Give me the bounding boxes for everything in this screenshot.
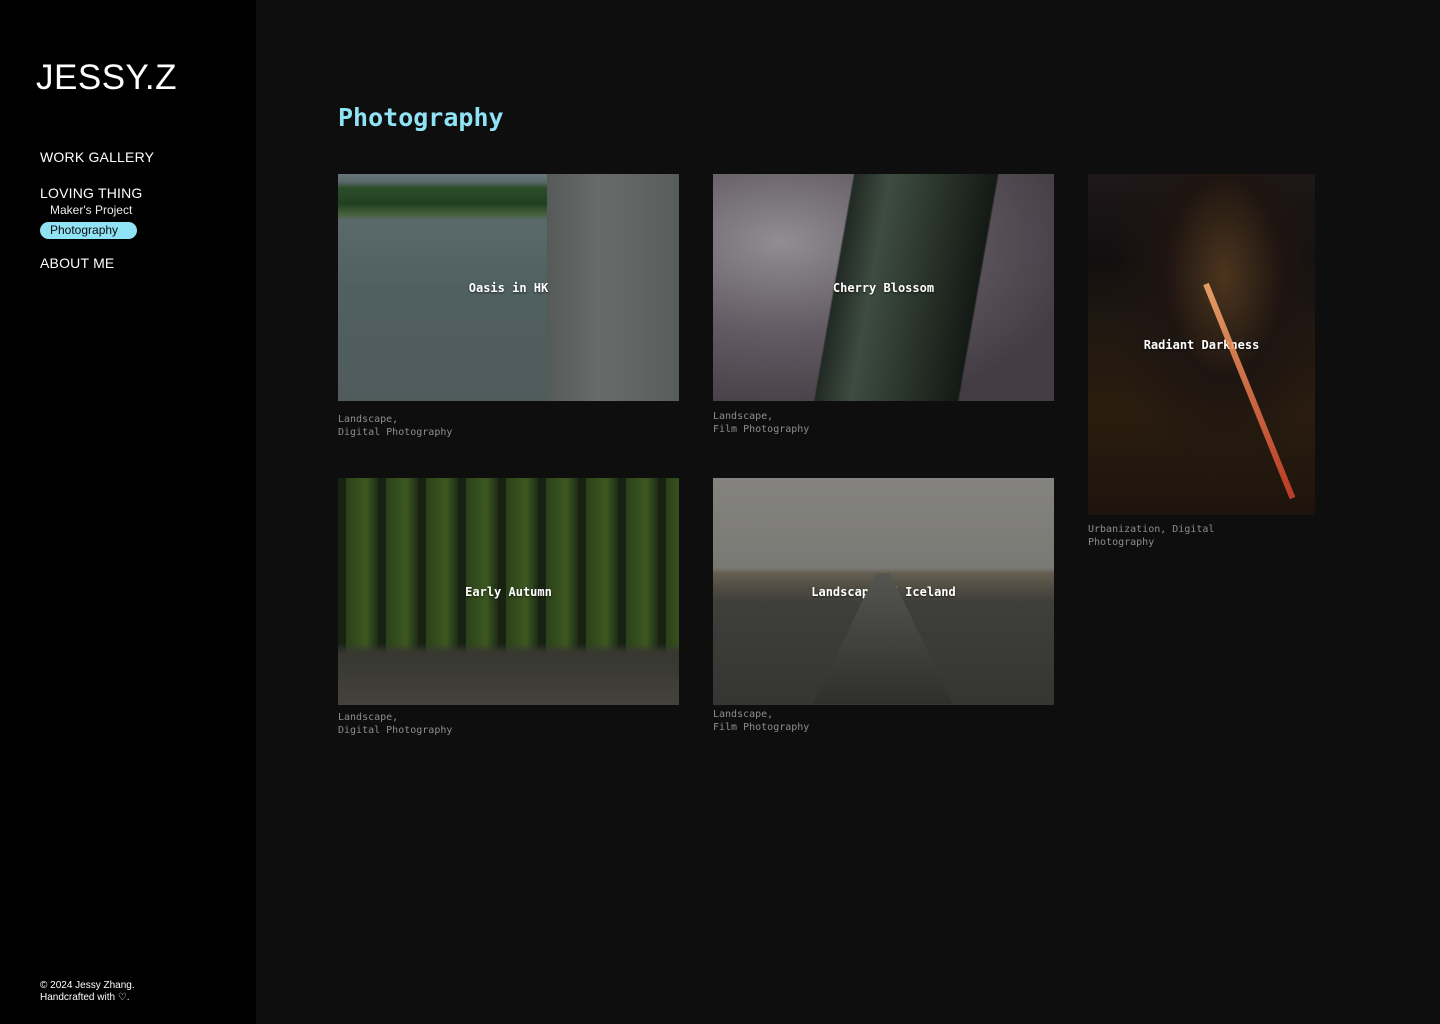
project-tags: Landscape, Film Photography bbox=[713, 708, 809, 734]
project-tags: Urbanization, Digital Photography bbox=[1088, 523, 1214, 549]
nav-photography-active[interactable]: Photography bbox=[40, 222, 137, 239]
sidebar: JESSY.Z WORK GALLERY LOVING THING Maker'… bbox=[0, 0, 256, 1024]
nav-work-gallery[interactable]: WORK GALLERY bbox=[40, 149, 154, 165]
sidebar-footer: © 2024 Jessy Zhang. Handcrafted with ♡. bbox=[40, 980, 135, 1004]
copyright-text: © 2024 Jessy Zhang. bbox=[40, 980, 135, 991]
project-title: Landscape of Iceland bbox=[811, 584, 956, 599]
project-tags-line: Landscape, bbox=[338, 414, 399, 425]
project-title: Radiant Darkness bbox=[1143, 337, 1260, 352]
project-tags-line: Landscape, bbox=[713, 411, 774, 422]
project-image-radiant-darkness[interactable]: Radiant Darkness bbox=[1088, 174, 1315, 515]
handcrafted-text: Handcrafted with ♡. bbox=[40, 992, 130, 1003]
project-title: Early Autumn bbox=[465, 584, 552, 599]
project-tags: Landscape, Film Photography bbox=[713, 410, 809, 436]
project-tags-line: Digital Photography bbox=[338, 725, 453, 736]
nav-about-me[interactable]: ABOUT ME bbox=[40, 255, 114, 271]
project-image-oasis[interactable]: Oasis in HK bbox=[338, 174, 679, 401]
project-tags-line: Landscape, bbox=[338, 712, 399, 723]
site-logo[interactable]: JESSY.Z bbox=[36, 60, 177, 95]
nav-loving-thing[interactable]: LOVING THING bbox=[40, 185, 143, 201]
project-card-oasis: Oasis in HK Landscape, Digital Photograp… bbox=[338, 174, 679, 440]
project-image-early-autumn[interactable]: Early Autumn bbox=[338, 478, 679, 705]
project-title: Oasis in HK bbox=[468, 280, 549, 295]
project-tags-line: Landscape, bbox=[713, 709, 774, 720]
project-tags-line: Urbanization, Digital bbox=[1088, 524, 1215, 535]
project-tags-line: Digital Photography bbox=[338, 427, 453, 438]
project-tags: Landscape, Digital Photography bbox=[338, 413, 452, 439]
project-card-iceland: Landscape of Iceland Landscape, Film Pho… bbox=[713, 478, 1054, 744]
project-tags-line: Film Photography bbox=[713, 424, 810, 435]
project-card-radiant-darkness: Radiant Darkness Urbanization, Digital P… bbox=[1088, 174, 1315, 554]
project-tags: Landscape, Digital Photography bbox=[338, 711, 452, 737]
project-card-early-autumn: Early Autumn Landscape, Digital Photogra… bbox=[338, 478, 679, 744]
project-title: Cherry Blossom bbox=[832, 280, 935, 295]
project-image-iceland[interactable]: Landscape of Iceland bbox=[713, 478, 1054, 705]
project-tags-line: Photography bbox=[1088, 537, 1155, 548]
project-image-cherry-blossom[interactable]: Cherry Blossom bbox=[713, 174, 1054, 401]
page-title: Photography bbox=[338, 103, 504, 132]
nav-makers-project[interactable]: Maker's Project bbox=[50, 203, 132, 217]
project-card-cherry-blossom: Cherry Blossom Landscape, Film Photograp… bbox=[713, 174, 1054, 440]
project-tags-line: Film Photography bbox=[713, 722, 810, 733]
